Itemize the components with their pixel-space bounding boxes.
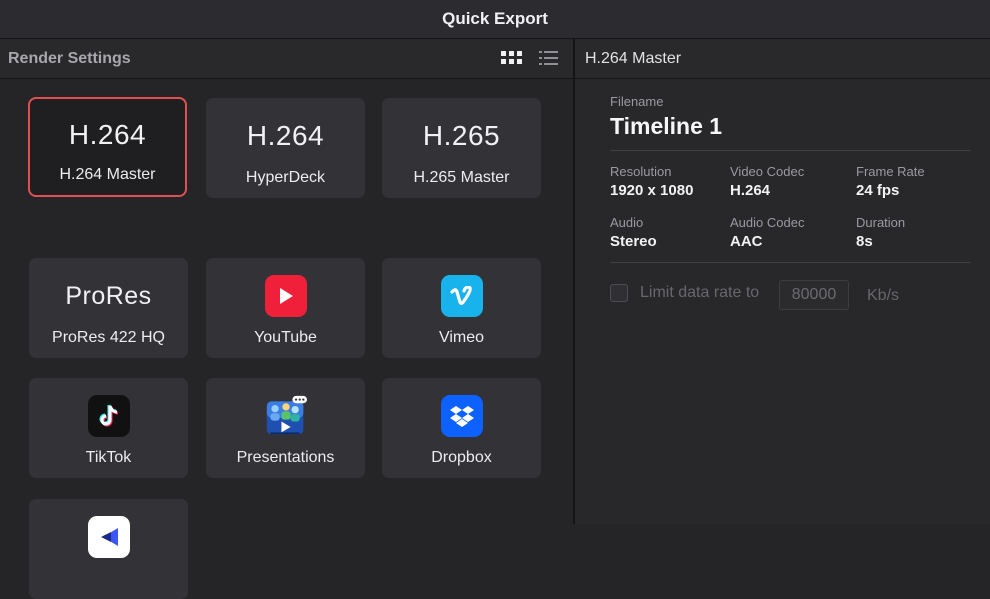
limit-data-rate-row: Limit data rate to [610, 284, 759, 302]
preset-frameio[interactable] [29, 499, 188, 599]
frame-rate-label: Frame Rate [856, 164, 925, 179]
preset-codec-text: H.264 [68, 119, 147, 150]
divider [610, 262, 970, 263]
preset-label: H.264 Master [59, 166, 156, 183]
limit-data-rate-checkbox[interactable] [610, 284, 628, 302]
filename-value[interactable]: Timeline 1 [610, 113, 722, 140]
preset-label: H.265 Master [413, 169, 510, 186]
video-codec-value: H.264 [730, 182, 771, 199]
audio-label: Audio [610, 215, 644, 230]
preset-details-header: H.264 Master [575, 39, 990, 79]
selected-preset-title: H.264 Master [585, 49, 682, 67]
preset-label: Presentations [236, 449, 335, 466]
preset-h264-master[interactable]: H.264 H.264 Master [28, 97, 187, 197]
presentations-icon [265, 395, 307, 437]
filename-block: Filename Timeline 1 [610, 94, 722, 140]
preset-codec-text: ProRes [65, 282, 152, 310]
list-view-icon[interactable] [539, 51, 558, 65]
duration-value: 8s [856, 233, 873, 250]
resolution-block: Resolution 1920 x 1080 [610, 164, 693, 199]
dropbox-icon [440, 395, 483, 437]
preset-tiktok[interactable]: TikTok [29, 378, 188, 478]
duration-label: Duration [856, 215, 906, 230]
divider [610, 150, 970, 151]
preset-vimeo[interactable]: Vimeo [382, 258, 541, 358]
audio-codec-value: AAC [730, 233, 763, 250]
preset-label: Vimeo [438, 329, 485, 346]
render-settings-header: Render Settings [0, 39, 573, 79]
preset-label: TikTok [85, 449, 132, 466]
audio-block: Audio Stereo [610, 215, 657, 250]
window-title: Quick Export [0, 0, 990, 39]
filename-label: Filename [610, 94, 664, 109]
grid-view-icon[interactable] [501, 51, 522, 65]
preset-label: HyperDeck [245, 169, 326, 186]
preset-dropbox[interactable]: Dropbox [382, 378, 541, 478]
preset-hyperdeck[interactable]: H.264 HyperDeck [206, 98, 365, 198]
data-rate-unit: Kb/s [867, 287, 900, 304]
preset-presentations[interactable]: Presentations [206, 378, 365, 478]
preset-codec-text: H.265 [422, 120, 501, 151]
video-codec-label: Video Codec [730, 164, 805, 179]
preset-youtube[interactable]: YouTube [206, 258, 365, 358]
duration-block: Duration 8s [856, 215, 905, 250]
audio-codec-label: Audio Codec [730, 215, 805, 230]
youtube-icon [264, 275, 307, 317]
preset-label: ProRes 422 HQ [52, 329, 165, 346]
preset-prores[interactable]: ProRes ProRes 422 HQ [29, 258, 188, 358]
preset-details-pane: H.264 Master Filename Timeline 1 Resolut… [575, 39, 990, 524]
resolution-label: Resolution [610, 164, 672, 179]
limit-data-rate-label: Limit data rate to [640, 284, 760, 301]
data-rate-input[interactable] [779, 280, 849, 310]
tiktok-icon [87, 395, 130, 437]
frame-rate-value: 24 fps [856, 182, 900, 199]
frame-rate-block: Frame Rate 24 fps [856, 164, 925, 199]
render-settings-title: Render Settings [8, 49, 131, 67]
render-settings-pane: Render Settings H.264 H.264 Master H.264… [0, 39, 573, 599]
preset-label: YouTube [254, 329, 317, 346]
frameio-icon [87, 516, 130, 558]
video-codec-block: Video Codec H.264 [730, 164, 804, 199]
resolution-value: 1920 x 1080 [610, 182, 694, 199]
audio-value: Stereo [610, 233, 657, 250]
preset-label: Dropbox [431, 449, 492, 466]
vimeo-icon [440, 275, 483, 317]
audio-codec-block: Audio Codec AAC [730, 215, 804, 250]
preset-codec-text: H.264 [246, 120, 325, 151]
preset-h265-master[interactable]: H.265 H.265 Master [382, 98, 541, 198]
